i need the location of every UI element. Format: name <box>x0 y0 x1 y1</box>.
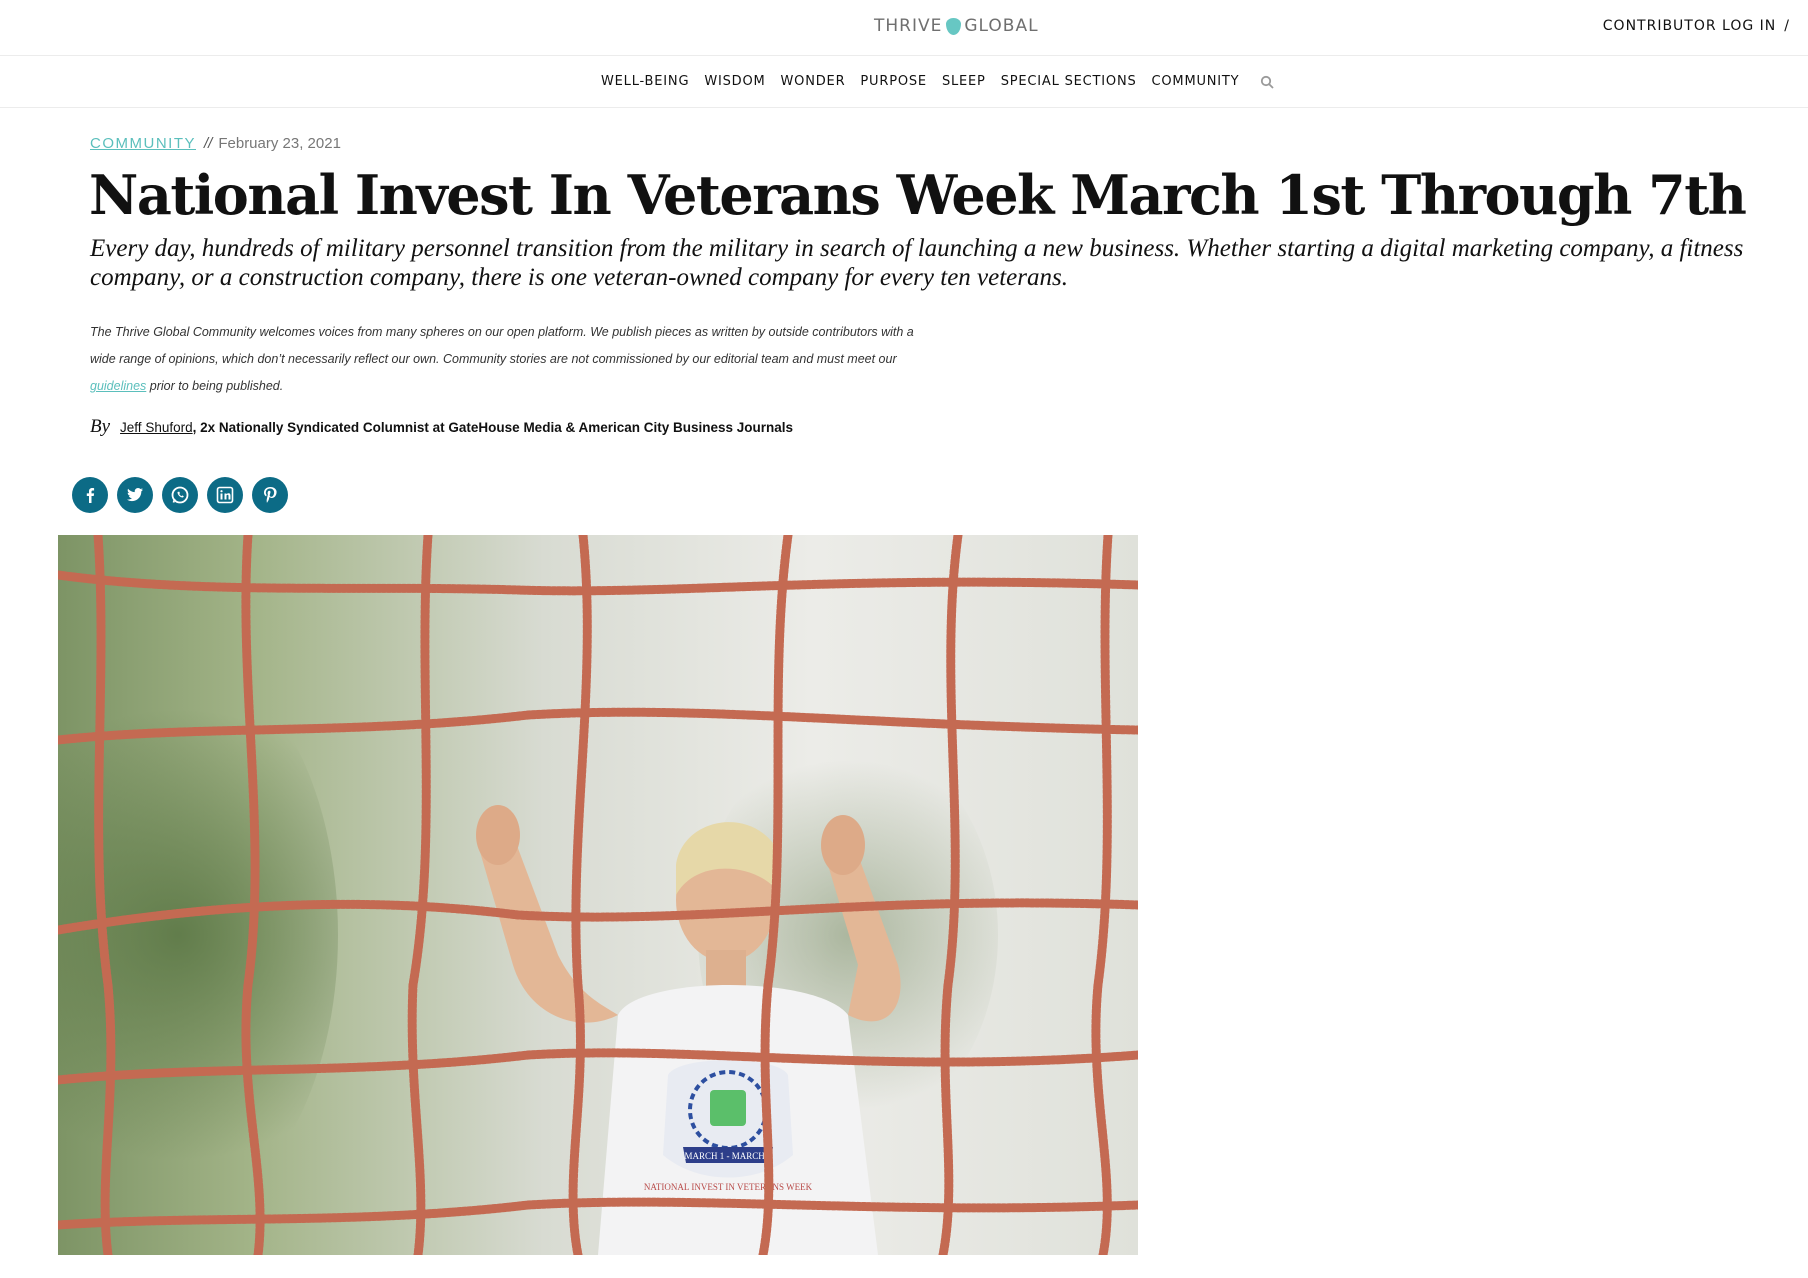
logo-text-right: GLOBAL <box>964 16 1039 36</box>
community-disclaimer: The Thrive Global Community welcomes voi… <box>90 319 920 400</box>
byline: By Jeff Shuford, 2x Nationally Syndicate… <box>90 416 793 438</box>
shirt-text-top: MARCH 1 - MARCH 7 <box>684 1151 772 1161</box>
pinterest-share-button[interactable] <box>252 477 288 513</box>
meta-separator: // <box>204 135 213 152</box>
disclaimer-text: The Thrive Global Community welcomes voi… <box>90 325 914 366</box>
contributor-login-link[interactable]: CONTRIBUTOR LOG IN / <box>1603 18 1790 34</box>
hero-image: MARCH 1 - MARCH 7 NATIONAL INVEST IN VET… <box>58 535 1138 1255</box>
facebook-share-button[interactable] <box>72 477 108 513</box>
login-label: CONTRIBUTOR LOG IN <box>1602 18 1777 34</box>
guidelines-link[interactable]: guidelines <box>90 379 146 393</box>
top-bar: THRIVE GLOBAL CONTRIBUTOR LOG IN / <box>0 0 1808 56</box>
publish-date: February 23, 2021 <box>218 135 341 152</box>
author-link[interactable]: Jeff Shuford <box>120 420 193 435</box>
article-dek: Every day, hundreds of military personne… <box>90 235 1744 291</box>
share-buttons <box>72 477 297 513</box>
nav-item-well-being[interactable]: WELL-BEING <box>601 74 689 89</box>
author-role: , 2x Nationally Syndicated Columnist at … <box>192 420 794 435</box>
pinterest-icon <box>264 487 277 503</box>
nav-item-special-sections[interactable]: SPECIAL SECTIONS <box>1001 74 1137 89</box>
facebook-icon <box>86 488 95 503</box>
nav-item-purpose[interactable]: PURPOSE <box>860 74 927 89</box>
twitter-share-button[interactable] <box>117 477 153 513</box>
rope-net <box>58 535 1138 1255</box>
shirt-text-bottom: NATIONAL INVEST IN VETERANS WEEK <box>644 1182 813 1192</box>
nav-item-wisdom[interactable]: WISDOM <box>704 74 765 89</box>
whatsapp-share-button[interactable] <box>162 477 198 513</box>
site-logo[interactable]: THRIVE GLOBAL <box>874 14 1039 38</box>
hero-illustration: MARCH 1 - MARCH 7 NATIONAL INVEST IN VET… <box>58 535 1138 1255</box>
article-meta: COMMUNITY // February 23, 2021 <box>90 135 341 152</box>
whatsapp-icon <box>171 486 189 504</box>
nav-item-community[interactable]: COMMUNITY <box>1152 74 1240 89</box>
category-link[interactable]: COMMUNITY <box>90 135 196 152</box>
login-separator: / <box>1784 18 1790 34</box>
article-title: National Invest In Veterans Week March 1… <box>89 163 1747 227</box>
person-climbing: MARCH 1 - MARCH 7 NATIONAL INVEST IN VET… <box>476 805 901 1255</box>
nav-item-wonder[interactable]: WONDER <box>781 74 846 89</box>
leaf-icon <box>946 17 962 35</box>
disclaimer-text-end: prior to being published. <box>146 379 284 393</box>
twitter-icon <box>127 488 143 502</box>
linkedin-share-button[interactable] <box>207 477 243 513</box>
search-icon[interactable] <box>1260 75 1275 89</box>
nav-item-sleep[interactable]: SLEEP <box>942 74 986 89</box>
main-nav: WELL-BEING WISDOM WONDER PURPOSE SLEEP S… <box>0 56 1808 108</box>
logo-text-left: THRIVE <box>874 16 943 36</box>
byline-by: By <box>90 416 111 437</box>
linkedin-icon <box>216 486 234 504</box>
